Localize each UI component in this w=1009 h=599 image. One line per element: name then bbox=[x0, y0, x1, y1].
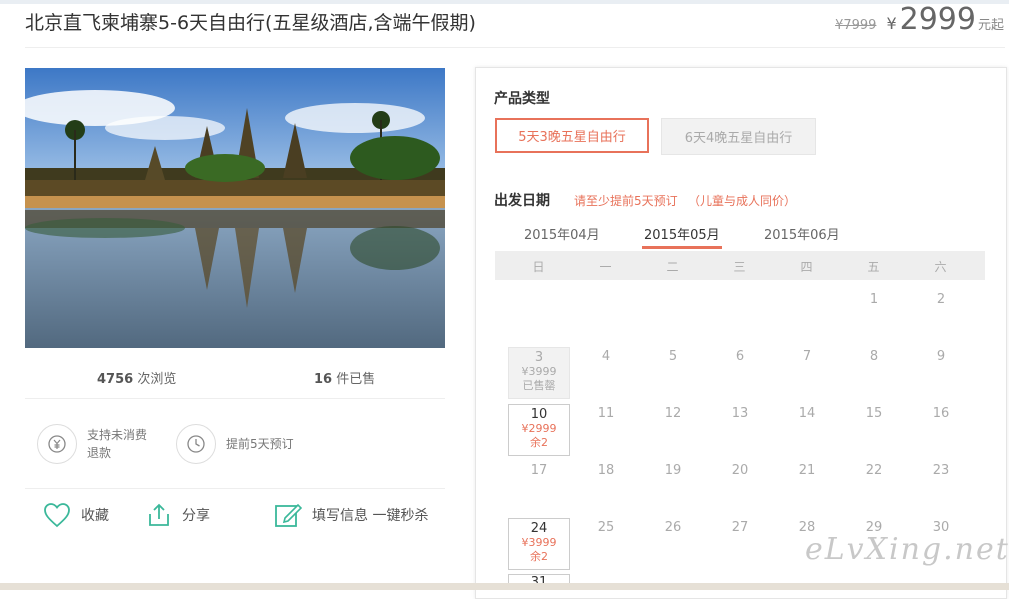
favorite-button[interactable]: 收藏 bbox=[43, 502, 109, 528]
edit-icon bbox=[275, 503, 302, 527]
features-divider bbox=[25, 488, 445, 489]
currency-symbol: ¥ bbox=[886, 14, 897, 33]
calendar-day: 26 bbox=[664, 520, 682, 535]
advance-booking-note: 请至少提前5天预订 bbox=[574, 194, 678, 208]
feature-advance: 提前5天预订 bbox=[176, 424, 294, 464]
weekday-wed: 三 bbox=[733, 260, 746, 274]
header-divider bbox=[25, 47, 1005, 48]
calendar-day: 15 bbox=[865, 406, 883, 421]
watermark: eLvXing.net bbox=[805, 532, 1009, 567]
calendar-day: 5 bbox=[668, 349, 678, 364]
favorite-label: 收藏 bbox=[81, 508, 109, 524]
bottom-strip bbox=[0, 583, 1009, 590]
share-button[interactable]: 分享 bbox=[146, 502, 210, 528]
page-title: 北京直飞柬埔寨5-6天自由行(五星级酒店,含端午假期) bbox=[25, 12, 476, 34]
month-tab-april[interactable]: 2015年04月 bbox=[524, 224, 600, 243]
quick-book-label: 填写信息 一键秒杀 bbox=[312, 508, 429, 524]
calendar-day: 23 bbox=[932, 463, 950, 478]
heart-icon bbox=[44, 503, 70, 528]
calendar-day-soldout: 3 ¥3999 已售罄 bbox=[508, 347, 570, 399]
feature-refund: 支持未消费退款 bbox=[37, 424, 155, 464]
calendar-day: 9 bbox=[936, 349, 946, 364]
active-month-indicator bbox=[642, 246, 722, 249]
day-status: 余2 bbox=[530, 436, 548, 449]
calendar-day: 22 bbox=[865, 463, 883, 478]
child-price-note: （儿童与成人同价） bbox=[688, 194, 797, 208]
share-label: 分享 bbox=[182, 508, 210, 524]
day-status: 已售罄 bbox=[522, 379, 556, 392]
quick-book-button[interactable]: 填写信息 一键秒杀 bbox=[274, 502, 428, 528]
calendar-day: 13 bbox=[731, 406, 749, 421]
departure-date-label: 出发日期 bbox=[494, 193, 550, 209]
weekday-fri: 五 bbox=[867, 260, 880, 274]
view-count: 4756 次浏览 bbox=[97, 372, 177, 387]
feature-refund-text: 支持未消费退款 bbox=[87, 428, 148, 460]
price-suffix: 元起 bbox=[977, 18, 1004, 33]
price-area: ¥7999 ¥ 2999 元起 bbox=[835, 2, 1004, 38]
product-type-option-selected[interactable]: 5天3晚五星自由行 bbox=[495, 118, 649, 153]
stats-divider bbox=[25, 398, 445, 399]
weekday-tue: 二 bbox=[666, 260, 679, 274]
calendar-day: 25 bbox=[597, 520, 615, 535]
calendar-day: 1 bbox=[869, 292, 879, 307]
month-tab-june[interactable]: 2015年06月 bbox=[764, 224, 840, 243]
calendar-day: 4 bbox=[601, 349, 611, 364]
original-price: ¥7999 bbox=[835, 18, 877, 33]
calendar-day: 16 bbox=[932, 406, 950, 421]
weekday-thu: 四 bbox=[800, 260, 813, 274]
calendar-day-available[interactable]: 10 ¥2999 余2 bbox=[508, 404, 570, 456]
calendar-day: 6 bbox=[735, 349, 745, 364]
calendar-day: 19 bbox=[664, 463, 682, 478]
calendar-day: 8 bbox=[869, 349, 879, 364]
weekday-mon: 一 bbox=[599, 260, 612, 274]
calendar-day: 14 bbox=[798, 406, 816, 421]
product-type-option[interactable]: 6天4晚五星自由行 bbox=[661, 118, 816, 155]
stats-row: 4756 次浏览 16 件已售 bbox=[25, 362, 445, 390]
clock-icon bbox=[176, 424, 216, 464]
calendar-day: 17 bbox=[530, 463, 548, 478]
calendar-day: 21 bbox=[798, 463, 816, 478]
current-price: 2999 bbox=[899, 2, 976, 37]
day-price: ¥2999 bbox=[521, 422, 557, 435]
month-tab-may[interactable]: 2015年05月 bbox=[644, 224, 720, 243]
calendar-day: 2 bbox=[936, 292, 946, 307]
product-type-label: 产品类型 bbox=[494, 91, 550, 107]
calendar-day: 18 bbox=[597, 463, 615, 478]
calendar-day: 12 bbox=[664, 406, 682, 421]
calendar-day-available[interactable]: 24 ¥3999 余2 bbox=[508, 518, 570, 570]
calendar-day: 20 bbox=[731, 463, 749, 478]
calendar-day: 11 bbox=[597, 406, 615, 421]
weekday-sat: 六 bbox=[934, 260, 947, 274]
yen-refund-icon bbox=[37, 424, 77, 464]
weekday-sun: 日 bbox=[532, 260, 545, 274]
calendar-day: 27 bbox=[731, 520, 749, 535]
day-price: ¥3999 bbox=[521, 536, 557, 549]
day-status: 余2 bbox=[530, 550, 548, 563]
feature-advance-text: 提前5天预订 bbox=[226, 437, 294, 451]
calendar-day: 7 bbox=[802, 349, 812, 364]
day-price: ¥3999 bbox=[521, 365, 557, 378]
sold-count: 16 件已售 bbox=[314, 372, 376, 387]
share-icon bbox=[149, 503, 169, 526]
product-photo[interactable] bbox=[25, 68, 445, 348]
